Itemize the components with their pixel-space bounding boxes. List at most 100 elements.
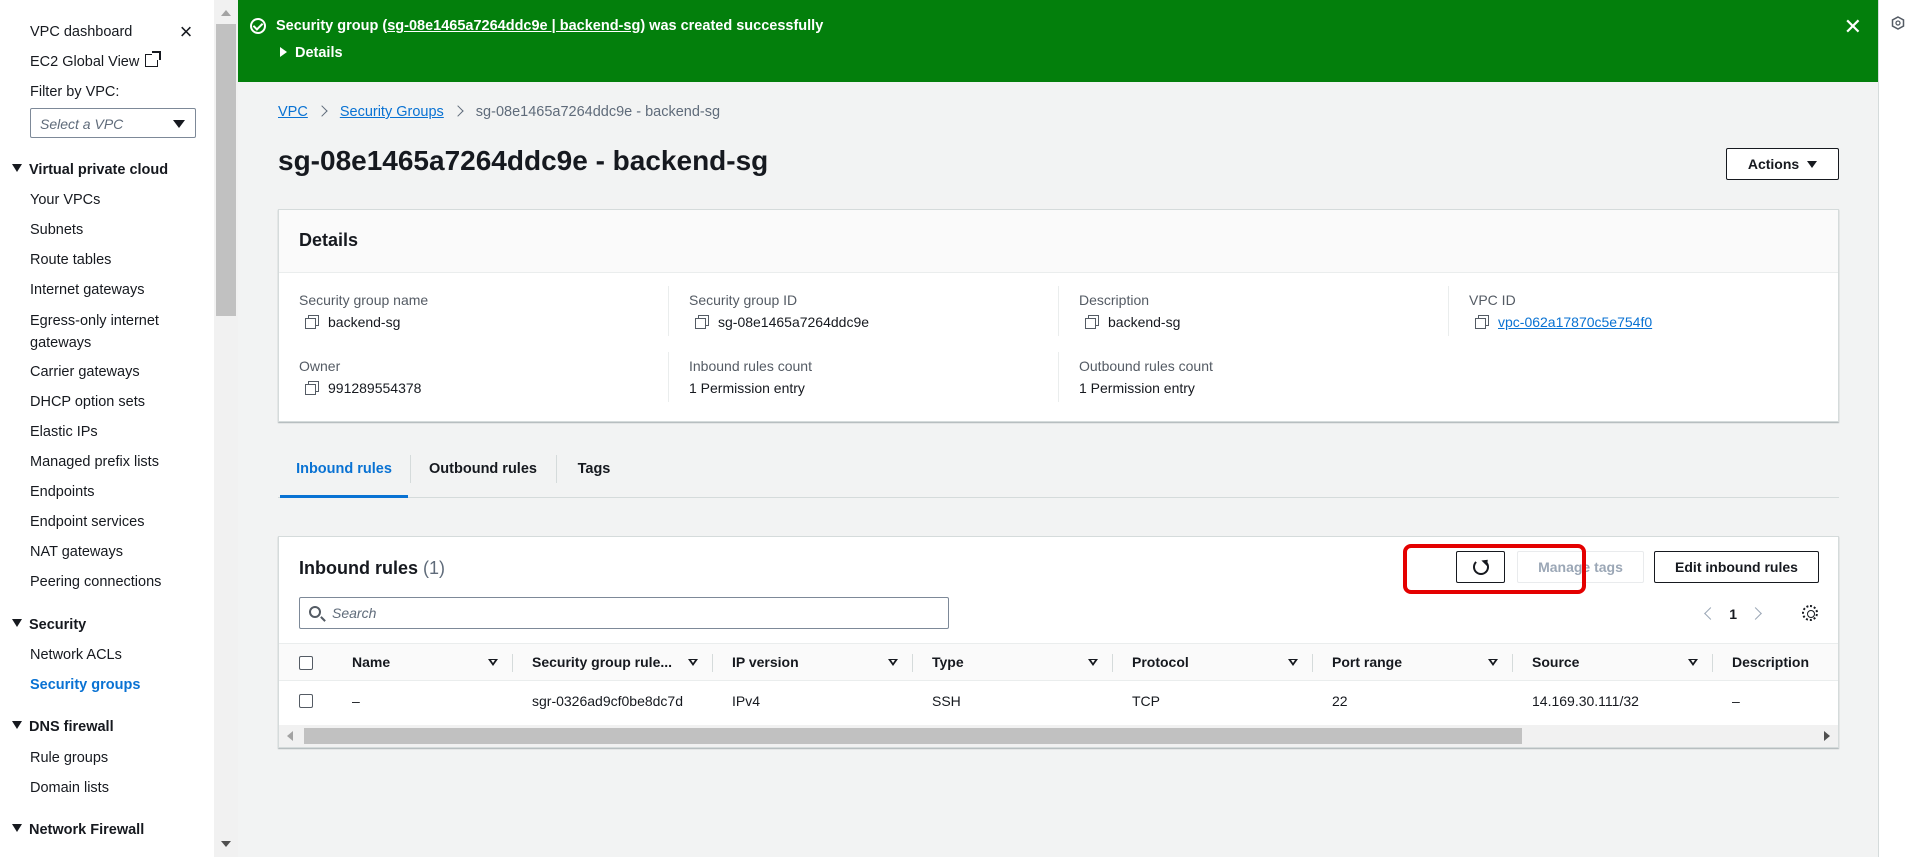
table-row[interactable]: – sgr-0326ad9cf0be8dc7d IPv4 SSH TCP 22 … <box>279 681 1838 721</box>
vpc-id-link[interactable]: vpc-062a17870c5e754f0 <box>1498 314 1652 330</box>
sidebar-item-endpoint-services[interactable]: Endpoint services <box>30 514 144 530</box>
sidebar-item-nat-gateways[interactable]: NAT gateways <box>30 544 123 560</box>
sidebar-item-security-groups[interactable]: Security groups <box>30 677 140 693</box>
sidebar-item-your-vpcs[interactable]: Your VPCs <box>30 192 100 208</box>
section-label: Network Firewall <box>29 822 145 838</box>
sort-icon[interactable] <box>1488 659 1498 666</box>
tab-outbound-rules[interactable]: Outbound rules <box>412 449 554 498</box>
inbound-rules-count: (1) <box>423 558 446 578</box>
sort-icon[interactable] <box>1088 659 1098 666</box>
scroll-up-arrow-icon[interactable] <box>221 10 231 16</box>
cell-description: – <box>1732 693 1740 709</box>
column-divider[interactable] <box>712 654 713 672</box>
column-header-port-range[interactable]: Port range <box>1332 644 1402 680</box>
sort-icon[interactable] <box>488 659 498 666</box>
right-utility-strip <box>1878 0 1917 857</box>
copy-icon[interactable] <box>305 381 319 395</box>
cell-source: 14.169.30.111/32 <box>1532 693 1639 709</box>
column-header-description[interactable]: Description <box>1732 644 1809 680</box>
section-security[interactable]: Security <box>12 617 86 633</box>
vpc-filter-select[interactable]: Select a VPC <box>30 108 196 138</box>
column-divider[interactable] <box>1312 654 1313 672</box>
flash-close-icon[interactable]: ✕ <box>1844 14 1862 40</box>
column-header-source[interactable]: Source <box>1532 644 1579 680</box>
owner-value: 991289554378 <box>328 380 422 396</box>
scroll-down-arrow-icon[interactable] <box>221 841 231 847</box>
divider <box>1448 286 1449 336</box>
column-header-name[interactable]: Name <box>352 644 390 680</box>
sidebar-item-carrier-gateways[interactable]: Carrier gateways <box>30 364 140 380</box>
sidebar-item-elastic-ips[interactable]: Elastic IPs <box>30 424 98 440</box>
pagination: 1 <box>1704 606 1762 622</box>
inbound-count-field: Inbound rules count 1 Permission entry <box>689 358 812 396</box>
gear-icon[interactable] <box>1802 605 1818 621</box>
copy-icon[interactable] <box>695 315 709 329</box>
tab-tags[interactable]: Tags <box>558 449 630 498</box>
page-number[interactable]: 1 <box>1729 606 1737 622</box>
sidebar-item-peering-connections[interactable]: Peering connections <box>30 574 161 590</box>
manage-tags-button[interactable]: Manage tags <box>1517 551 1644 583</box>
column-divider[interactable] <box>1112 654 1113 672</box>
rules-search[interactable] <box>299 597 949 629</box>
section-dns-firewall[interactable]: DNS firewall <box>12 719 114 735</box>
breadcrumb-vpc[interactable]: VPC <box>278 104 308 120</box>
copy-icon[interactable] <box>305 315 319 329</box>
column-divider[interactable] <box>512 654 513 672</box>
sidebar-item-dhcp-option-sets[interactable]: DHCP option sets <box>30 394 145 410</box>
scrollbar-thumb[interactable] <box>216 24 236 316</box>
refresh-icon <box>1473 559 1489 575</box>
hexagon-icon[interactable] <box>1891 16 1905 30</box>
sidebar-item-subnets[interactable]: Subnets <box>30 222 83 238</box>
search-input[interactable] <box>332 603 932 623</box>
sort-icon[interactable] <box>1288 659 1298 666</box>
copy-icon[interactable] <box>1475 315 1489 329</box>
sidebar-item-network-acls[interactable]: Network ACLs <box>30 647 122 663</box>
row-checkbox[interactable] <box>299 694 313 708</box>
column-header-type[interactable]: Type <box>932 644 964 680</box>
sidebar-item-rule-groups[interactable]: Rule groups <box>30 750 108 766</box>
scroll-left-arrow-icon[interactable] <box>287 731 293 741</box>
sidebar-item-endpoints[interactable]: Endpoints <box>30 484 95 500</box>
sort-icon[interactable] <box>1688 659 1698 666</box>
table-horizontal-scrollbar[interactable] <box>279 725 1838 747</box>
column-divider[interactable] <box>1712 654 1713 672</box>
sidebar-item-ec2-global-view[interactable]: EC2 Global View <box>30 51 162 70</box>
column-header-protocol[interactable]: Protocol <box>1132 644 1189 680</box>
breadcrumb-current: sg-08e1465a7264ddc9e - backend-sg <box>475 104 721 120</box>
cell-type: SSH <box>932 693 961 709</box>
column-divider[interactable] <box>912 654 913 672</box>
chevron-left-icon[interactable] <box>1704 607 1718 620</box>
section-label: Virtual private cloud <box>29 162 169 178</box>
scrollbar-thumb[interactable] <box>304 728 1522 744</box>
breadcrumb-security-groups[interactable]: Security Groups <box>340 104 444 120</box>
breadcrumb: VPC Security Groups sg-08e1465a7264ddc9e -… <box>278 104 720 120</box>
owner-label: Owner <box>299 358 341 374</box>
refresh-button[interactable] <box>1456 551 1505 583</box>
select-all-checkbox[interactable] <box>299 656 313 670</box>
tab-inbound-rules[interactable]: Inbound rules <box>280 449 408 498</box>
outbound-count-field: Outbound rules count 1 Permission entry <box>1079 358 1213 396</box>
copy-icon[interactable] <box>1085 315 1099 329</box>
flash-sg-link[interactable]: sg-08e1465a7264ddc9e | backend-sg <box>387 18 640 34</box>
flash-details-toggle[interactable]: Details <box>280 45 343 61</box>
column-divider[interactable] <box>1512 654 1513 672</box>
sidebar-scrollbar[interactable] <box>214 0 238 857</box>
scroll-right-arrow-icon[interactable] <box>1824 731 1830 741</box>
sort-icon[interactable] <box>688 659 698 666</box>
column-header-security-group-rule[interactable]: Security group rule... <box>532 644 672 680</box>
sort-icon[interactable] <box>888 659 898 666</box>
chevron-right-icon[interactable] <box>1749 607 1762 620</box>
column-header-ip-version[interactable]: IP version <box>732 644 799 680</box>
sidebar-item-domain-lists[interactable]: Domain lists <box>30 780 109 796</box>
sidebar-item-vpc-dashboard[interactable]: VPC dashboard <box>30 24 132 40</box>
edit-inbound-rules-button[interactable]: Edit inbound rules <box>1654 551 1819 583</box>
close-icon[interactable]: × <box>176 21 196 43</box>
section-network-firewall[interactable]: Network Firewall <box>12 822 144 838</box>
sidebar-item-internet-gateways[interactable]: Internet gateways <box>30 282 144 298</box>
sidebar-item-egress-only-internet-gateways[interactable]: Egress-only internet gateways <box>30 310 180 354</box>
sidebar-item-route-tables[interactable]: Route tables <box>30 252 111 268</box>
actions-button[interactable]: Actions <box>1726 148 1839 180</box>
section-virtual-private-cloud[interactable]: Virtual private cloud <box>12 162 168 178</box>
main-content: Security group (sg-08e1465a7264ddc9e | b… <box>238 0 1878 857</box>
sidebar-item-managed-prefix-lists[interactable]: Managed prefix lists <box>30 454 159 470</box>
